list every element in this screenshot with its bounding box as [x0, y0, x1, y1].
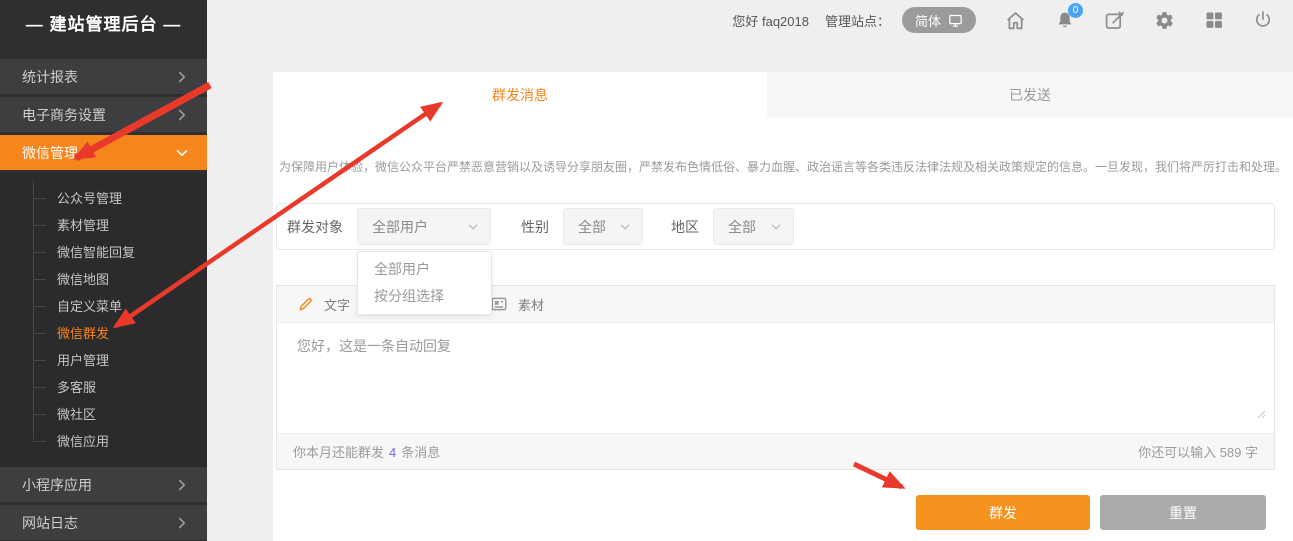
pencil-icon — [297, 296, 314, 313]
submenu-item-community[interactable]: 微社区 — [0, 401, 207, 428]
sidebar-submenu: 公众号管理 素材管理 微信智能回复 微信地图 自定义菜单 微信群发 用户管理 多… — [0, 173, 207, 467]
dropdown-option-by-group[interactable]: 按分组选择 — [358, 283, 491, 310]
home-button[interactable] — [1005, 10, 1026, 31]
submenu-item-custom-menu[interactable]: 自定义菜单 — [0, 293, 207, 320]
material-icon — [490, 295, 508, 313]
reset-button[interactable]: 重置 — [1100, 495, 1266, 530]
monitor-icon — [948, 13, 963, 28]
sidebar-item-ecommerce[interactable]: 电子商务设置 — [0, 97, 207, 135]
message-textarea[interactable]: 您好，这是一条自动回复 — [277, 323, 1274, 433]
notification-badge: 0 — [1068, 3, 1083, 18]
tool-material-button[interactable]: 素材 — [490, 295, 544, 314]
mass-send-button[interactable]: 群发 — [916, 495, 1090, 530]
tab-bar: 群发消息 已发送 — [273, 72, 1293, 118]
chevron-right-icon — [173, 514, 191, 532]
app-title: — 建站管理后台 — — [0, 2, 207, 42]
sidebar: — 建站管理后台 — 统计报表 电子商务设置 微信管理 公众号管理 素材管理 微… — [0, 0, 207, 541]
editor-footer: 你本月还能群发4条消息 你还可以输入 589 字 — [277, 433, 1274, 469]
chevron-down-icon — [173, 144, 191, 162]
sidebar-item-wechat-management[interactable]: 微信管理 — [0, 135, 207, 173]
language-site-button[interactable]: 简体 — [902, 7, 976, 33]
power-icon — [1253, 10, 1273, 30]
chevron-down-icon — [618, 220, 632, 234]
topbar: 您好 faq2018 管理站点： 简体 0 — [207, 0, 1293, 40]
content-panel: 群发消息 已发送 为保障用户体验，微信公众平台严禁恶意营销以及诱导分享朋友圈，严… — [273, 72, 1293, 541]
gear-icon — [1154, 10, 1175, 31]
region-label: 地区 — [671, 217, 699, 237]
logout-button[interactable] — [1253, 10, 1273, 30]
app-window: — 建站管理后台 — 统计报表 电子商务设置 微信管理 公众号管理 素材管理 微… — [0, 0, 1293, 541]
submenu-item-user-management[interactable]: 用户管理 — [0, 347, 207, 374]
monthly-quota-text: 你本月还能群发4条消息 — [293, 442, 440, 461]
chevron-right-icon — [173, 476, 191, 494]
target-label: 群发对象 — [287, 217, 343, 237]
tab-mass-send-message[interactable]: 群发消息 — [273, 72, 767, 118]
submenu-item-wechat-map[interactable]: 微信地图 — [0, 266, 207, 293]
chevron-right-icon — [173, 106, 191, 124]
settings-button[interactable] — [1154, 10, 1175, 31]
manage-site-label: 管理站点： — [825, 11, 890, 30]
resize-grip[interactable] — [1257, 410, 1266, 419]
grid-icon — [1204, 10, 1224, 30]
tab-sent[interactable]: 已发送 — [767, 72, 1293, 118]
chevron-right-icon — [173, 68, 191, 86]
edit-button[interactable] — [1104, 10, 1125, 31]
remaining-chars-text: 你还可以输入 589 字 — [1138, 442, 1258, 461]
sidebar-item-statistics[interactable]: 统计报表 — [0, 59, 207, 97]
apps-button[interactable] — [1204, 10, 1224, 30]
gender-label: 性别 — [521, 217, 549, 237]
home-icon — [1005, 10, 1026, 31]
target-select[interactable]: 全部用户 全部用户 按分组选择 — [357, 208, 491, 245]
submenu-item-wechat-app[interactable]: 微信应用 — [0, 428, 207, 455]
sidebar-item-mini-program[interactable]: 小程序应用 — [0, 467, 207, 505]
policy-notice: 为保障用户体验，微信公众平台严禁恶意营销以及诱导分享朋友圈，严禁发布色情低俗、暴… — [273, 158, 1293, 175]
chevron-down-icon — [466, 220, 480, 234]
quota-count: 4 — [389, 445, 396, 460]
chevron-down-icon — [769, 220, 783, 234]
sidebar-item-site-log[interactable]: 网站日志 — [0, 505, 207, 541]
submenu-item-official-account[interactable]: 公众号管理 — [0, 185, 207, 212]
tool-text-button[interactable]: 文字 — [297, 295, 350, 314]
send-target-form: 群发对象 全部用户 全部用户 按分组选择 性别 全部 地区 全部 — [276, 203, 1275, 250]
dropdown-option-all-users[interactable]: 全部用户 — [358, 256, 491, 283]
submenu-item-mass-send[interactable]: 微信群发 — [0, 320, 207, 347]
submenu-item-smart-reply[interactable]: 微信智能回复 — [0, 239, 207, 266]
gender-select[interactable]: 全部 — [563, 208, 643, 245]
submenu-item-material[interactable]: 素材管理 — [0, 212, 207, 239]
user-greeting: 您好 faq2018 — [732, 11, 809, 30]
target-dropdown-menu: 全部用户 按分组选择 — [357, 251, 492, 315]
edit-icon — [1104, 10, 1125, 31]
region-select[interactable]: 全部 — [713, 208, 794, 245]
notifications-button[interactable]: 0 — [1055, 10, 1075, 31]
submenu-item-multi-service[interactable]: 多客服 — [0, 374, 207, 401]
